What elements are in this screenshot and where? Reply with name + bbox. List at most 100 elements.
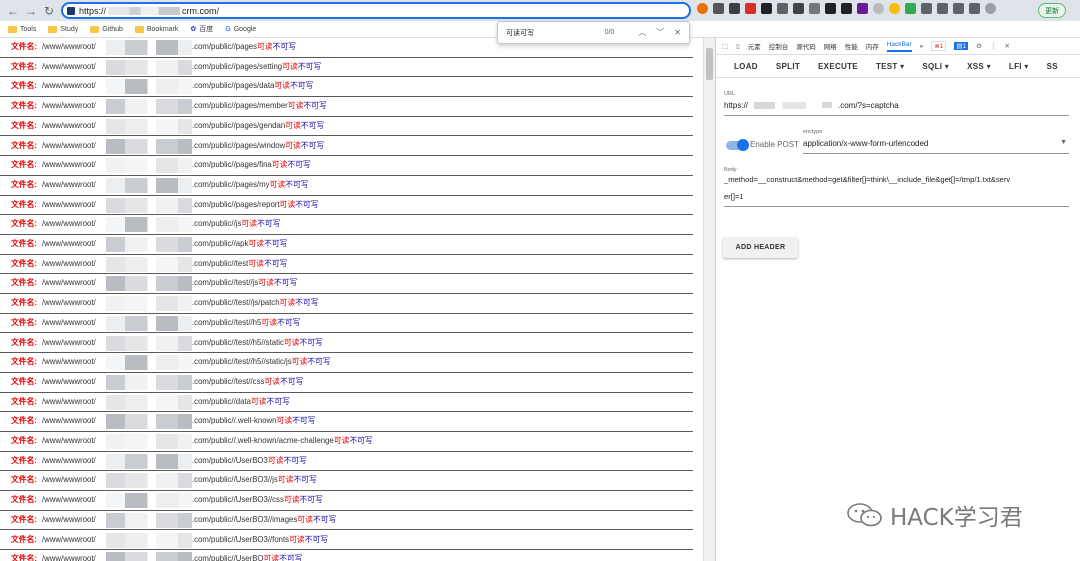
address-bar[interactable]: https:// crm.com/ (61, 2, 691, 19)
close-icon[interactable]: ✕ (1004, 42, 1009, 50)
enctype-select[interactable]: application/x-www-form-urlencoded ▼ (803, 138, 1069, 152)
file-path: .com/public//UserBO可读不可写 (192, 554, 303, 561)
add-header-button[interactable]: ADD HEADER (723, 237, 798, 258)
enctype-label: enctype (803, 129, 823, 135)
body-field[interactable]: _method=__construct&method=get&filter[]=… (724, 175, 1069, 205)
execute-button[interactable]: EXECUTE (809, 62, 867, 71)
file-path: .com/public//pages/window可读不可写 (192, 140, 325, 150)
file-label: 文件名: (11, 337, 37, 347)
file-label: 文件名: (11, 140, 37, 150)
list-item: 文件名: /www/wwwroot/ .com/public//pages/repo… (0, 196, 693, 216)
path-redacted (106, 99, 192, 115)
load-button[interactable]: LOAD (716, 62, 767, 71)
find-next-icon[interactable]: ﹀ (656, 27, 664, 38)
file-label: 文件名: (11, 357, 37, 367)
extension-icon[interactable] (697, 3, 708, 14)
extension-icon[interactable] (777, 3, 788, 14)
extension-icon[interactable] (873, 3, 884, 14)
extension-icon[interactable] (841, 3, 852, 14)
extension-icon[interactable] (729, 3, 740, 14)
extension-icon[interactable] (745, 3, 756, 14)
close-icon[interactable]: ✕ (674, 28, 681, 37)
extension-icon[interactable] (825, 3, 836, 14)
file-label: 文件名: (11, 376, 37, 386)
list-item: 文件名: /www/wwwroot/ .com/public//js可读不可写 (0, 215, 693, 235)
baidu-icon: ✿ (190, 26, 197, 33)
file-label: 文件名: (11, 219, 37, 229)
file-path-prefix: /www/wwwroot/ (42, 120, 96, 130)
url-redacted (822, 102, 832, 108)
error-badge[interactable]: ⊗1 (931, 41, 947, 51)
forward-icon[interactable]: → (22, 2, 40, 20)
enable-post-toggle[interactable] (726, 139, 749, 151)
tab-performance[interactable]: 性能 (845, 41, 858, 51)
ssti-menu[interactable]: SS (1038, 62, 1067, 71)
find-input[interactable]: 可读可写 (506, 28, 605, 38)
inspect-icon[interactable]: ⬚ (722, 42, 728, 50)
tab-network[interactable]: 网络 (824, 41, 837, 51)
xss-menu[interactable]: XSS ▾ (958, 62, 1000, 71)
back-icon[interactable]: ← (4, 2, 22, 20)
file-label: 文件名: (11, 475, 37, 485)
gear-icon[interactable]: ⚙ (976, 42, 982, 50)
bookmark-baidu[interactable]: ✿ 百度 (190, 24, 213, 34)
bookmark-bookmark[interactable]: Bookmark (134, 25, 178, 33)
avatar[interactable] (985, 3, 996, 14)
extension-icon[interactable] (889, 3, 900, 14)
tab-console[interactable]: 控制台 (769, 41, 789, 51)
url-field[interactable]: https:// .com/?s=captcha (724, 99, 1069, 115)
file-path-prefix: /www/wwwroot/ (42, 140, 96, 150)
bookmark-label: 百度 (199, 26, 214, 33)
file-path: .com/public//pages可读不可写 (192, 42, 296, 51)
device-icon[interactable]: ▯ (736, 42, 740, 50)
path-redacted (106, 138, 192, 154)
list-item: 文件名: /www/wwwroot/ .com/public//UserBO3//j… (0, 471, 693, 492)
file-path: .com/public//.well-known/acme-challenge可… (192, 436, 373, 445)
more-icon[interactable]: ⋮ (990, 42, 997, 50)
tab-more[interactable]: » (920, 43, 924, 50)
path-redacted (106, 453, 192, 469)
url-field-suffix: .com/?s=captcha (838, 101, 899, 110)
tab-sources[interactable]: 源代码 (796, 41, 816, 51)
extension-icon[interactable] (793, 3, 804, 14)
bookmark-google[interactable]: G Google (225, 26, 256, 33)
wechat-icon (847, 503, 882, 527)
list-item: 文件名: /www/wwwroot/ .com/public//pages/memb… (0, 97, 693, 117)
path-redacted (106, 237, 192, 252)
tab-memory[interactable]: 内存 (866, 41, 879, 51)
list-item: 文件名: /www/wwwroot/ .com/public//test//h5//… (0, 353, 693, 373)
extension-icon[interactable] (921, 3, 932, 14)
tab-hackbar[interactable]: HackBar (886, 41, 912, 52)
extension-icon[interactable] (761, 3, 772, 14)
sqli-menu[interactable]: SQLI ▾ (913, 62, 958, 71)
download-icon[interactable] (937, 3, 948, 14)
message-badge[interactable]: ▤1 (954, 42, 969, 50)
lfi-menu[interactable]: LFI ▾ (1000, 62, 1038, 71)
bookmark-github[interactable]: Github (90, 25, 123, 33)
puzzle-icon[interactable] (953, 3, 964, 14)
file-label: 文件名: (11, 258, 37, 268)
page-scrollbar[interactable] (703, 38, 715, 561)
list-item: 文件名: /www/wwwroot/ .com/public//test//h5可读… (0, 314, 693, 334)
update-button[interactable]: 更新 (1038, 3, 1066, 18)
extension-icon[interactable] (857, 3, 868, 14)
file-path-prefix: /www/wwwroot/ (42, 317, 96, 327)
bookmark-label: Github (102, 25, 123, 33)
tab-elements[interactable]: 元素 (748, 41, 761, 51)
list-item: 文件名: /www/wwwroot/ .com/public//test//h5//… (0, 334, 693, 354)
find-prev-icon[interactable]: ︿ (638, 27, 646, 38)
path-redacted (106, 374, 192, 390)
extension-icon[interactable] (905, 3, 916, 14)
file-label: 文件名: (11, 317, 37, 327)
scrollbar-thumb[interactable] (706, 48, 713, 80)
test-menu[interactable]: TEST ▾ (867, 62, 913, 71)
extension-icon[interactable] (809, 3, 820, 14)
split-button[interactable]: SPLIT (767, 62, 809, 71)
bookmark-tools[interactable]: Tools (8, 25, 36, 33)
sidebar-icon[interactable] (969, 3, 980, 14)
path-redacted (106, 355, 192, 371)
bookmark-study[interactable]: Study (48, 25, 78, 33)
list-item: 文件名: /www/wwwroot/ .com/public//test//js/p… (0, 294, 693, 314)
extension-icon[interactable] (713, 3, 724, 14)
reload-icon[interactable]: ↻ (40, 2, 58, 20)
